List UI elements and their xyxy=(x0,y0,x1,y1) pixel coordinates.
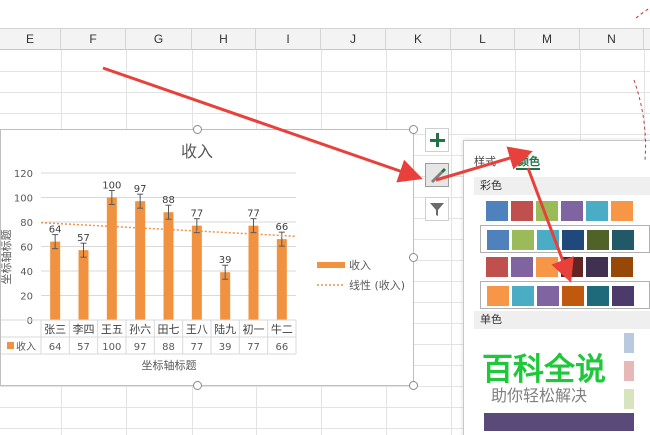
arrow-to-color-tab xyxy=(435,146,533,182)
dashed-curve xyxy=(633,79,647,161)
annotation-arrows xyxy=(102,7,650,283)
arrow-to-palette-row xyxy=(526,167,574,283)
arrow-to-styles-button xyxy=(102,66,423,183)
dashed-curve xyxy=(635,7,650,19)
